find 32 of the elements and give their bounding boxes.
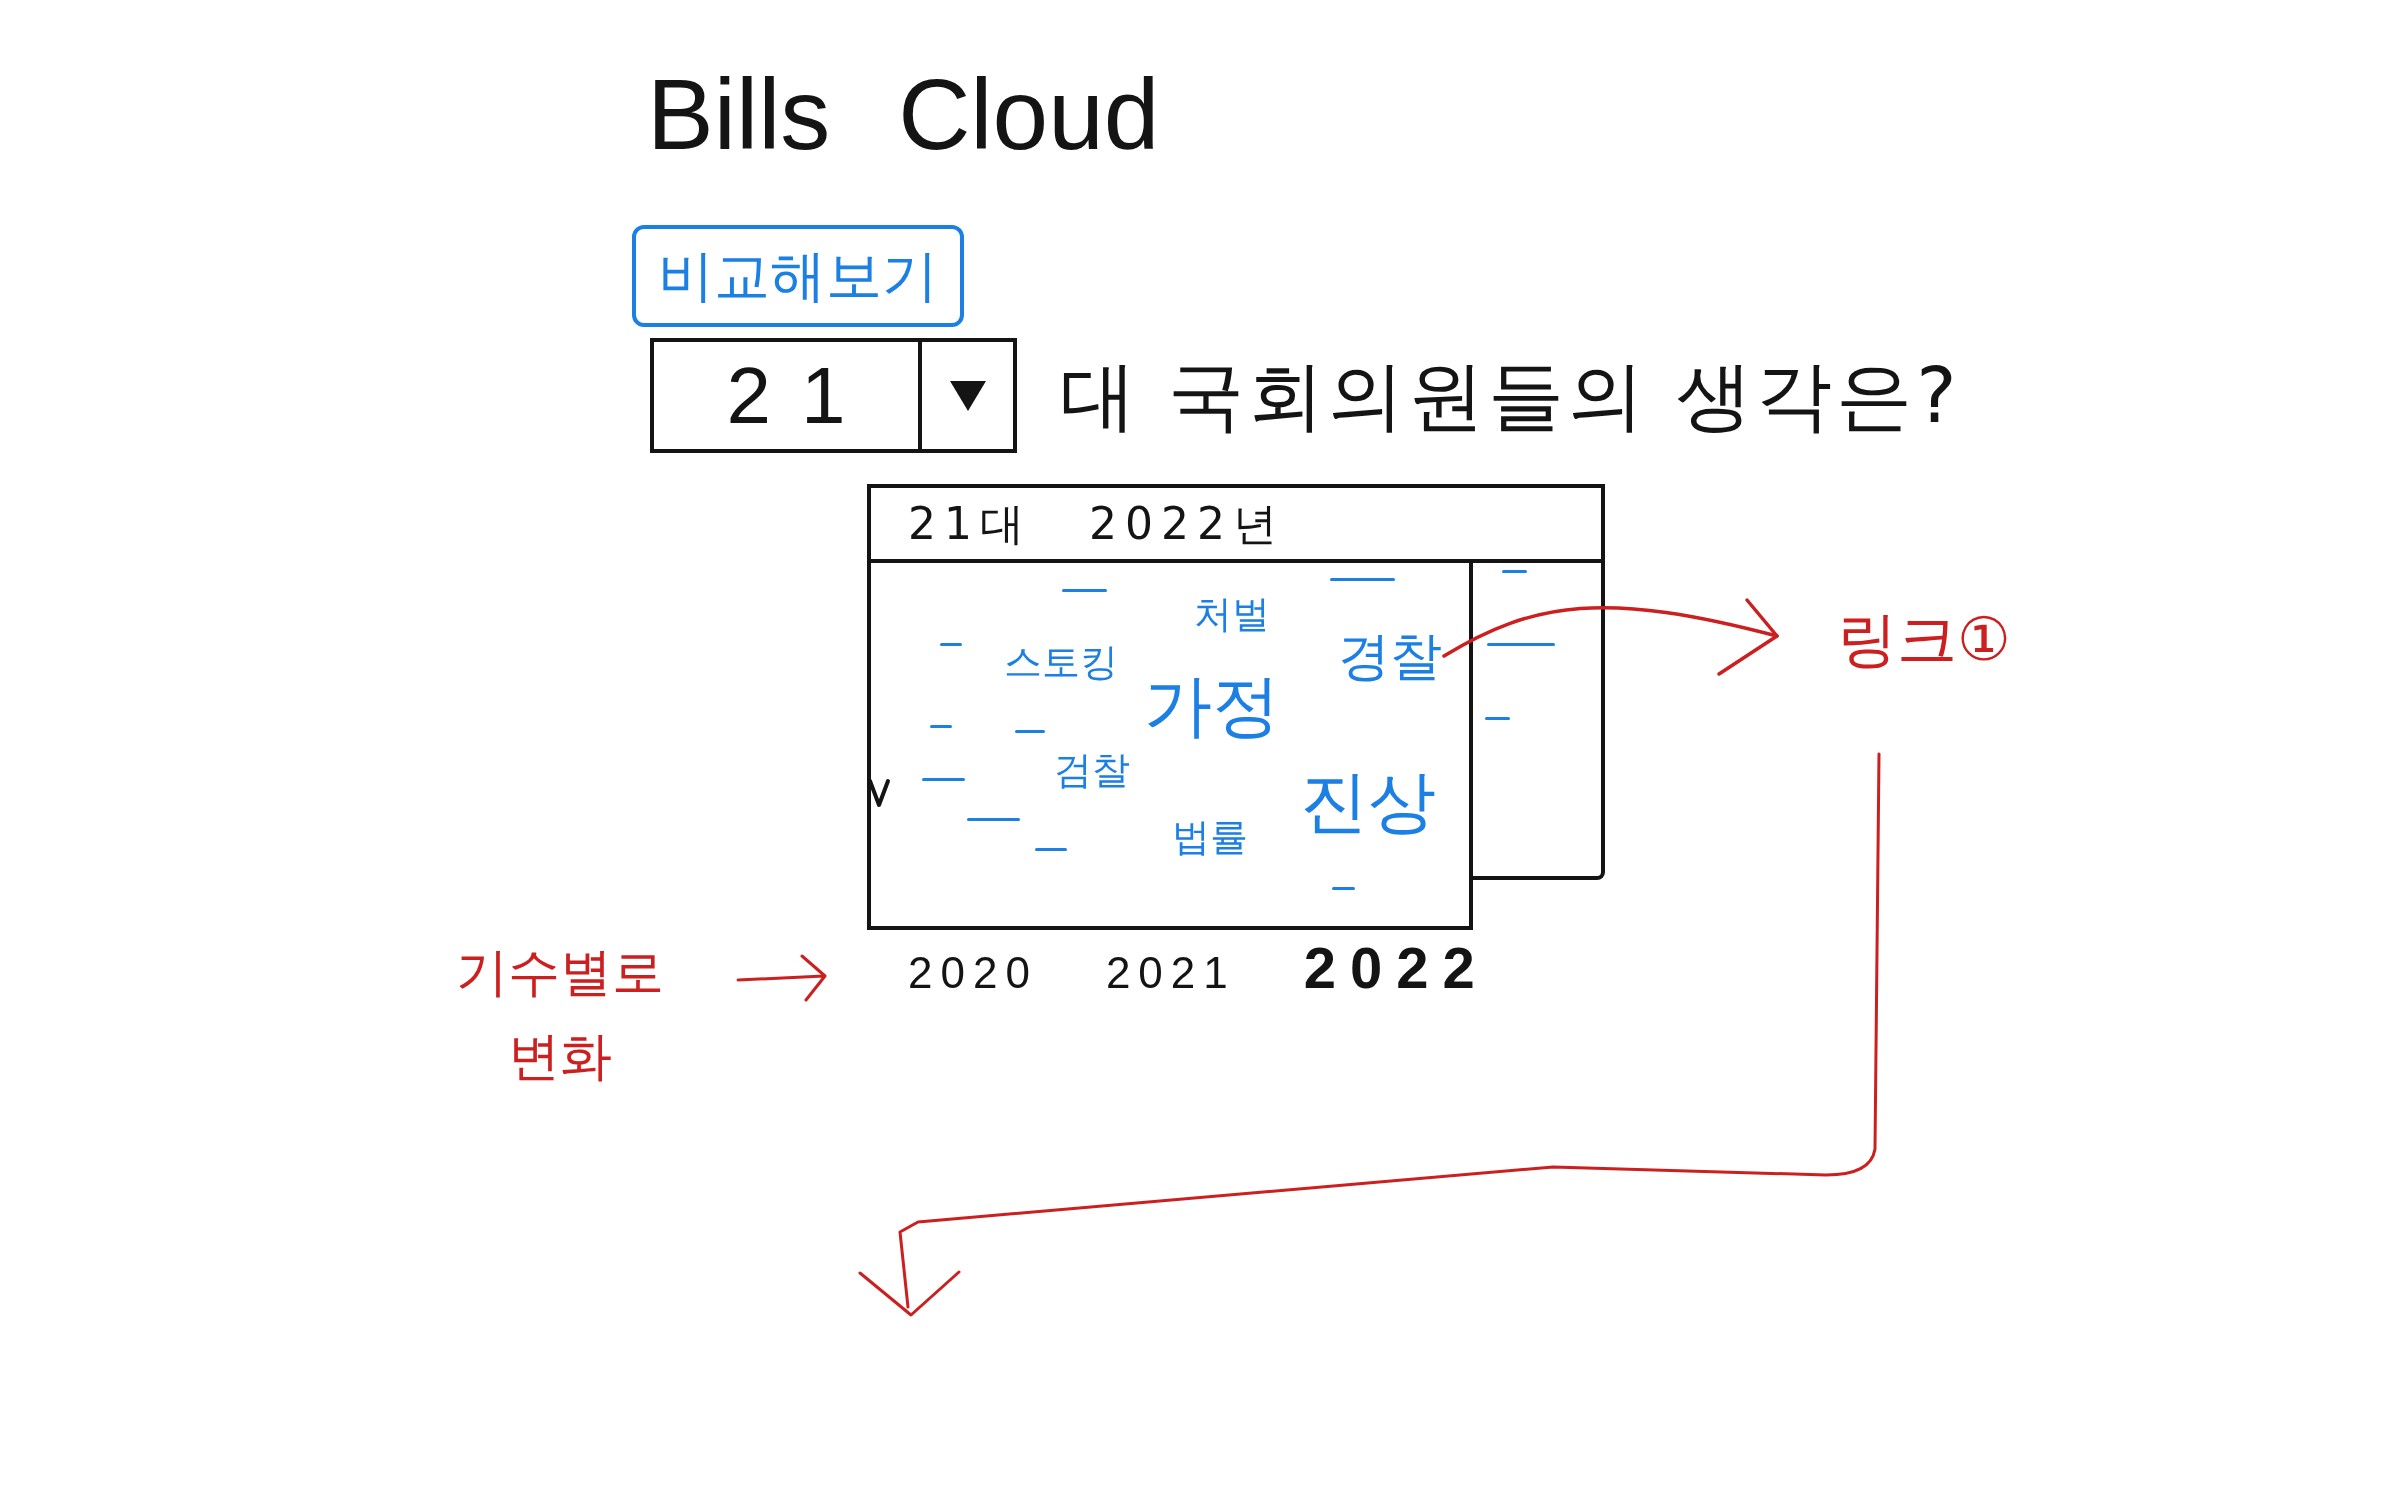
dash-icon <box>1062 589 1107 592</box>
app-title: Bills Cloud <box>647 64 1160 164</box>
year-tab[interactable]: 2020 <box>908 951 1038 995</box>
dash-icon <box>940 643 962 646</box>
dash-icon <box>1487 643 1555 646</box>
dash-icon <box>1485 717 1510 720</box>
cloud-word[interactable]: 스토킹 <box>1004 643 1118 681</box>
cloud-word[interactable]: 진상 <box>1300 768 1436 836</box>
right-arrow-icon <box>736 953 828 1003</box>
cloud-word[interactable]: 처벌 <box>1194 595 1270 633</box>
dash-icon <box>1330 578 1395 581</box>
compare-button[interactable]: 비교해보기 <box>632 225 964 327</box>
dash-icon <box>922 778 965 781</box>
year-tab[interactable]: 2022 <box>1303 939 1489 997</box>
dash-icon <box>1502 570 1527 573</box>
dash-icon <box>1035 848 1067 851</box>
cloud-word[interactable]: 검찰 <box>1054 751 1130 789</box>
caret-icon <box>948 379 987 412</box>
link-annotation: 링크① <box>1837 609 2011 669</box>
dash-icon <box>930 725 952 728</box>
dash-icon <box>1015 730 1045 733</box>
cloud-word[interactable]: 경찰 <box>1338 630 1442 682</box>
term-select[interactable]: 21 <box>650 338 1017 453</box>
cloud-word[interactable]: 가정 <box>1144 672 1280 740</box>
year-tab[interactable]: 2021 <box>1105 951 1236 995</box>
year-label: 2022년 <box>1089 501 1285 546</box>
dash-icon <box>1332 887 1355 890</box>
dash-icon <box>967 818 1020 821</box>
term-annotation: 기수별로 변화 <box>455 941 665 1088</box>
term-label: 21대 <box>908 501 1032 546</box>
question-text: 대 국회의원들의 생각은? <box>1060 357 1961 434</box>
cloud-word[interactable]: 법률 <box>1172 818 1248 856</box>
